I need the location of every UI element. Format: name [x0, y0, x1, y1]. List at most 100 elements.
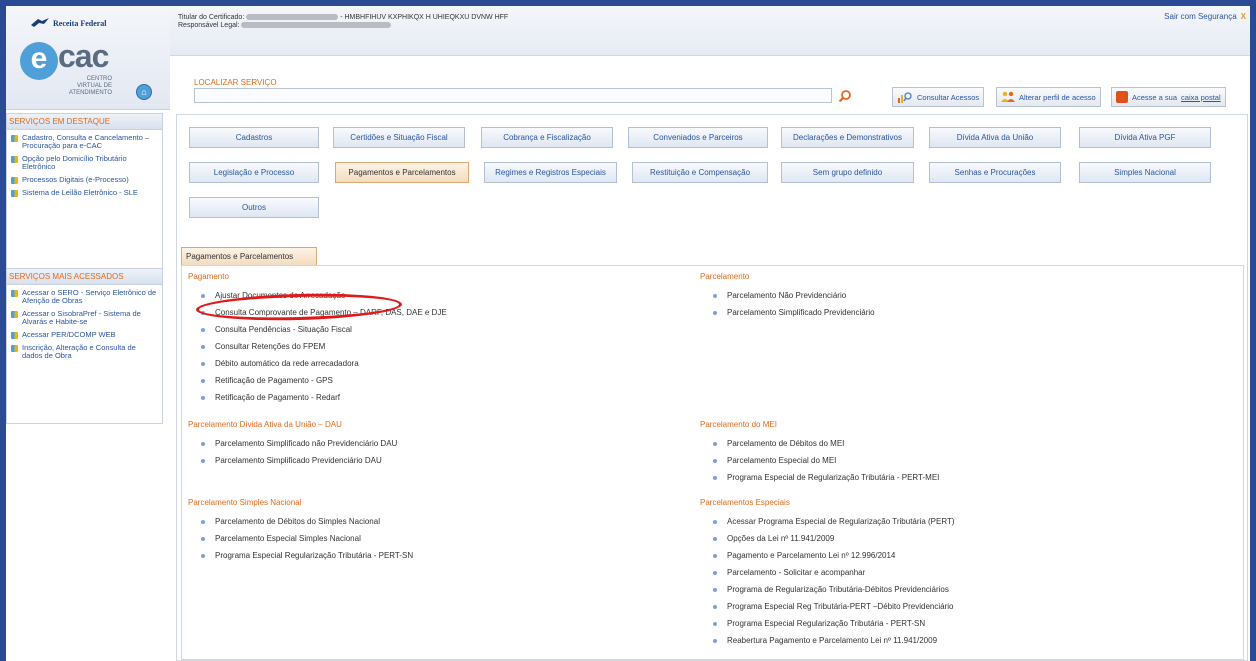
- servicos-destaque-box: SERVIÇOS EM DESTAQUE Cadastro, Consulta …: [6, 113, 163, 270]
- bullet-dot: [713, 310, 717, 315]
- cert-label: Titular do Certificado:: [178, 14, 245, 21]
- mail-icon: [1116, 91, 1128, 103]
- redacted-field: [241, 22, 392, 29]
- service-link[interactable]: Parcelamento - Solicitar e acompanhar: [700, 564, 955, 581]
- category-sem-grupo[interactable]: Sem grupo definido: [781, 162, 914, 183]
- category-simples[interactable]: Simples Nacional: [1079, 162, 1211, 183]
- service-link[interactable]: Retificação de Pagamento - Redarf: [188, 389, 447, 406]
- sidebar-item-dte[interactable]: Opção pelo Domicílio Tributário Eletrôni…: [11, 155, 158, 171]
- certificate-info: Titular do Certificado: - HMBHFIHUV KXPH…: [178, 14, 508, 30]
- category-divida-ativa-pgf[interactable]: Dívida Ativa PGF: [1079, 127, 1211, 148]
- service-link[interactable]: Opções da Lei nº 11.941/2009: [700, 530, 955, 547]
- category-conveniados[interactable]: Conveniados e Parceiros: [628, 127, 768, 148]
- service-label: Consulta Pendências - Situação Fiscal: [215, 325, 352, 334]
- service-link[interactable]: Parcelamento Simplificado não Previdenci…: [188, 435, 397, 452]
- caixa-postal-link[interactable]: caixa postal: [1181, 93, 1221, 102]
- category-restituicao[interactable]: Restituição e Compensação: [632, 162, 768, 183]
- receita-federal-logo[interactable]: Receita Federal: [30, 17, 107, 29]
- section-simples-nacional: Parcelamento Simples Nacional Parcelamen…: [188, 498, 413, 564]
- service-label: Parcelamento Simplificado Previdenciário: [727, 308, 875, 317]
- servicos-acessados-box: SERVIÇOS MAIS ACESSADOS Acessar o SERO -…: [6, 268, 163, 424]
- sidebar-item-e-processo[interactable]: Processos Digitais (e-Processo): [11, 176, 158, 184]
- sidebar-item-sisobrapref[interactable]: Acessar o SisobraPref - Sistema de Alvar…: [11, 310, 158, 326]
- service-icon: [11, 290, 18, 297]
- service-link[interactable]: Parcelamento Especial Simples Nacional: [188, 530, 413, 547]
- service-link[interactable]: Reabertura Pagamento e Parcelamento Lei …: [700, 632, 955, 649]
- caixa-postal-button[interactable]: Acesse a sua caixa postal: [1111, 87, 1226, 107]
- service-link[interactable]: Parcelamento de Débitos do MEI: [700, 435, 939, 452]
- acesse-label: Acesse a sua: [1132, 92, 1178, 102]
- tab-pagamentos-parcelamentos[interactable]: Pagamentos e Parcelamentos: [181, 247, 317, 265]
- service-label: Débito automático da rede arrecadadora: [215, 359, 359, 368]
- service-link[interactable]: Programa Especial Reg Tributária-PERT –D…: [700, 598, 955, 615]
- bullet-dot: [201, 361, 205, 366]
- sidebar-item-label: Inscrição, Alteração e Consulta de dados…: [22, 343, 136, 360]
- section-title: Parcelamentos Especiais: [700, 498, 790, 507]
- service-label: Parcelamento Simplificado não Previdenci…: [215, 439, 398, 448]
- logout-link[interactable]: Sair com Segurança X: [1164, 12, 1246, 21]
- search-icon[interactable]: [838, 89, 852, 103]
- sidebar-item-procuracao[interactable]: Cadastro, Consulta e Cancelamento – Proc…: [11, 134, 158, 150]
- service-link[interactable]: Programa Especial Regularização Tributár…: [188, 547, 413, 564]
- service-link[interactable]: Acessar Programa Especial de Regularizaç…: [700, 513, 955, 530]
- sidebar-item-sle[interactable]: Sistema de Leilão Eletrônico - SLE: [11, 189, 158, 197]
- service-link[interactable]: Débito automático da rede arrecadadora: [188, 355, 447, 372]
- logout-label: Sair com Segurança: [1164, 12, 1237, 21]
- cert-name: - HMBHFIHUV KXPHIKQX H UHIEQKXU DVNW HFF: [340, 14, 509, 21]
- category-cadastros[interactable]: Cadastros: [189, 127, 319, 148]
- category-senhas[interactable]: Senhas e Procurações: [929, 162, 1061, 183]
- service-link[interactable]: Consulta Pendências - Situação Fiscal: [188, 321, 447, 338]
- category-divida-ativa-uniao[interactable]: Dívida Ativa da União: [929, 127, 1061, 148]
- category-legislacao[interactable]: Legislação e Processo: [189, 162, 319, 183]
- bullet-dot: [201, 441, 205, 446]
- category-pagamentos[interactable]: Pagamentos e Parcelamentos: [335, 162, 469, 183]
- service-link[interactable]: Parcelamento Simplificado Previdenciário: [700, 304, 875, 321]
- service-label: Pagamento e Parcelamento Lei nº 12.996/2…: [727, 551, 896, 560]
- service-link[interactable]: Retificação de Pagamento - GPS: [188, 372, 447, 389]
- section-title: Parcelamento: [700, 272, 750, 281]
- sidebar-item-sero[interactable]: Acessar o SERO - Serviço Eletrônico de A…: [11, 289, 158, 305]
- service-link[interactable]: Programa de Regularização Tributária-Déb…: [700, 581, 955, 598]
- service-link[interactable]: Programa Especial de Regularização Tribu…: [700, 469, 939, 486]
- ecac-cac-text: cac: [58, 38, 109, 74]
- category-cobranca[interactable]: Cobrança e Fiscalização: [481, 127, 613, 148]
- alterar-perfil-button[interactable]: Alterar perfil de acesso: [996, 87, 1101, 107]
- servicos-acessados-list: Acessar o SERO - Serviço Eletrônico de A…: [7, 285, 162, 369]
- category-declaracoes[interactable]: Declarações e Demonstrativos: [781, 127, 914, 148]
- service-icon: [11, 156, 18, 163]
- service-label: Acessar Programa Especial de Regularizaç…: [727, 517, 955, 526]
- chart-search-icon: [898, 92, 912, 103]
- service-label: Parcelamento Simplificado Previdenciário…: [215, 456, 382, 465]
- left-column: Receita Federal e cac CENTRO VIRTUAL DE …: [6, 6, 170, 661]
- category-outros[interactable]: Outros: [189, 197, 319, 218]
- sidebar-item-obra[interactable]: Inscrição, Alteração e Consulta de dados…: [11, 344, 158, 360]
- service-link[interactable]: Parcelamento Especial do MEI: [700, 452, 939, 469]
- section-dau: Parcelamento Dívida Ativa da União – DAU…: [188, 420, 397, 469]
- ecac-logo[interactable]: e cac CENTRO VIRTUAL DE ATENDIMENTO: [20, 38, 130, 96]
- bullet-dot: [713, 638, 717, 643]
- search-area: LOCALIZAR SERVIÇO Consultar Acessos Alte…: [170, 70, 1250, 114]
- consultar-acessos-button[interactable]: Consultar Acessos: [892, 87, 985, 107]
- service-link[interactable]: Parcelamento de Débitos do Simples Nacio…: [188, 513, 413, 530]
- sidebar-item-perdcomp[interactable]: Acessar PER/DCOMP WEB: [11, 331, 158, 339]
- section-parcelamentos-especiais: Parcelamentos Especiais Acessar Programa…: [700, 498, 955, 649]
- service-link[interactable]: Consultar Retenções do FPEM: [188, 338, 447, 355]
- category-certidoes[interactable]: Certidões e Situação Fiscal: [333, 127, 465, 148]
- responsavel-label: Responsável Legal:: [178, 22, 240, 29]
- servicos-destaque-title: SERVIÇOS EM DESTAQUE: [7, 114, 162, 130]
- service-label: Programa Especial de Regularização Tribu…: [727, 473, 940, 482]
- service-link[interactable]: Programa Especial Regularização Tributár…: [700, 615, 955, 632]
- page-frame: Receita Federal e cac CENTRO VIRTUAL DE …: [6, 6, 1250, 661]
- section-mei: Parcelamento do MEI Parcelamento de Débi…: [700, 420, 939, 486]
- bullet-dot: [713, 536, 717, 541]
- home-icon[interactable]: ⌂: [136, 84, 152, 100]
- service-link[interactable]: Parcelamento Simplificado Previdenciário…: [188, 452, 397, 469]
- category-regimes[interactable]: Regimes e Registros Especiais: [484, 162, 617, 183]
- search-input[interactable]: [194, 88, 832, 103]
- users-icon: [1001, 91, 1015, 102]
- sidebar-item-label: Opção pelo Domicílio Tributário Eletrôni…: [22, 154, 127, 171]
- service-link[interactable]: Parcelamento Não Previdenciário: [700, 287, 875, 304]
- service-link[interactable]: Pagamento e Parcelamento Lei nº 12.996/2…: [700, 547, 955, 564]
- service-icon: [11, 190, 18, 197]
- bullet-dot: [201, 293, 205, 298]
